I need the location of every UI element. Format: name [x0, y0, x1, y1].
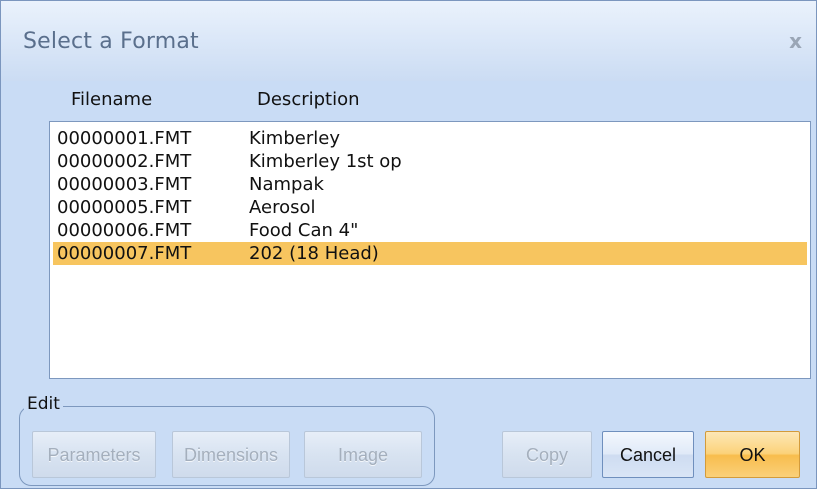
description-cell: Nampak — [249, 174, 324, 195]
filename-cell: 00000006.FMT — [57, 220, 192, 241]
filename-cell: 00000007.FMT — [57, 243, 192, 264]
description-cell: Aerosol — [249, 197, 316, 218]
dimensions-button[interactable]: Dimensions — [172, 431, 290, 478]
filename-cell: 00000002.FMT — [57, 151, 192, 172]
title-bar: Select a Format x — [1, 1, 816, 81]
close-icon[interactable]: x — [789, 29, 802, 53]
list-item[interactable]: 00000001.FMT Kimberley — [53, 127, 807, 150]
list-item[interactable]: 00000003.FMT Nampak — [53, 173, 807, 196]
list-item[interactable]: 00000002.FMT Kimberley 1st op — [53, 150, 807, 173]
dialog-title: Select a Format — [23, 29, 199, 54]
filename-cell: 00000005.FMT — [57, 197, 192, 218]
edit-group-label: Edit — [24, 394, 63, 414]
description-cell: 202 (18 Head) — [249, 243, 379, 264]
list-item-selected[interactable]: 00000007.FMT 202 (18 Head) — [53, 242, 807, 265]
format-list[interactable]: 00000001.FMT Kimberley 00000002.FMT Kimb… — [49, 121, 811, 379]
image-button[interactable]: Image — [304, 431, 422, 478]
select-format-dialog: Select a Format x Filename Description 0… — [0, 0, 817, 489]
column-header-filename[interactable]: Filename — [71, 89, 152, 110]
copy-button[interactable]: Copy — [502, 431, 592, 478]
column-header-description[interactable]: Description — [257, 89, 360, 110]
description-cell: Kimberley 1st op — [249, 151, 402, 172]
filename-cell: 00000001.FMT — [57, 128, 192, 149]
description-cell: Food Can 4" — [249, 220, 359, 241]
list-item[interactable]: 00000005.FMT Aerosol — [53, 196, 807, 219]
ok-button[interactable]: OK — [705, 431, 800, 478]
list-item[interactable]: 00000006.FMT Food Can 4" — [53, 219, 807, 242]
filename-cell: 00000003.FMT — [57, 174, 192, 195]
cancel-button[interactable]: Cancel — [602, 431, 694, 478]
parameters-button[interactable]: Parameters — [32, 431, 156, 478]
edit-group: Edit Parameters Dimensions Image — [19, 394, 435, 486]
description-cell: Kimberley — [249, 128, 340, 149]
